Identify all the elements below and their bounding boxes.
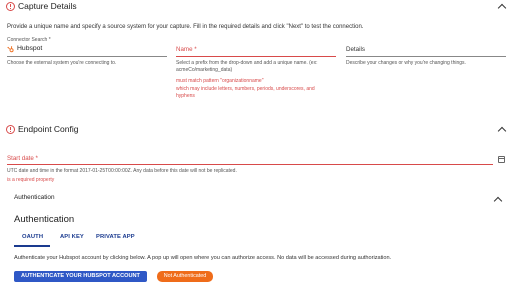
calendar-icon[interactable] bbox=[498, 156, 505, 163]
tab-oauth-indicator bbox=[14, 245, 50, 247]
authentication-heading: Authentication bbox=[14, 214, 75, 225]
capture-intro-text: Provide a unique name and specify a sour… bbox=[7, 24, 364, 30]
connector-search-input[interactable]: Hubspot bbox=[17, 45, 42, 52]
start-date-error: is a required property bbox=[7, 177, 55, 183]
start-date-help: UTC date and time in the format 2017-01-… bbox=[7, 168, 237, 174]
capture-chevron-up-icon[interactable] bbox=[497, 3, 507, 13]
endpoint-chevron-up-icon[interactable] bbox=[497, 126, 507, 136]
start-date-label: Start date * bbox=[7, 155, 38, 162]
auth-status-badge: Not Authenticated bbox=[157, 271, 213, 282]
name-field-underline[interactable] bbox=[176, 56, 336, 57]
connector-search-label: Connector Search * bbox=[7, 37, 51, 43]
endpoint-section-title: Endpoint Config bbox=[18, 124, 79, 134]
capture-warning-icon bbox=[6, 2, 15, 11]
authentication-description: Authenticate your Hubspot account by cli… bbox=[14, 255, 392, 261]
connector-search-help: Choose the external system you're connec… bbox=[7, 60, 117, 66]
hubspot-icon bbox=[7, 46, 14, 53]
name-field-label: Name * bbox=[176, 46, 197, 53]
details-field-underline[interactable] bbox=[346, 56, 506, 57]
endpoint-warning-icon bbox=[6, 125, 15, 134]
authentication-chevron-up-icon[interactable] bbox=[493, 196, 503, 206]
details-field-help: Describe your changes or why you're chan… bbox=[346, 60, 466, 66]
tab-api-key[interactable]: API KEY bbox=[60, 234, 84, 240]
tab-oauth[interactable]: OAUTH bbox=[22, 234, 43, 240]
connector-search-underline bbox=[7, 56, 167, 57]
capture-section-title: Capture Details bbox=[18, 1, 77, 11]
authenticate-hubspot-button[interactable]: AUTHENTICATE YOUR HUBSPOT ACCOUNT bbox=[14, 271, 147, 282]
start-date-underline[interactable] bbox=[7, 164, 493, 165]
name-field-error-detail: which may include letters, numbers, peri… bbox=[176, 86, 315, 99]
name-field-error-pattern: must match pattern "organizationname" bbox=[176, 78, 264, 84]
name-field-help: Select a prefix from the drop-down and a… bbox=[176, 60, 318, 73]
details-field-label: Details bbox=[346, 46, 365, 53]
tab-private-app[interactable]: PRIVATE APP bbox=[96, 234, 135, 240]
authentication-section-label: Authentication bbox=[14, 194, 55, 201]
